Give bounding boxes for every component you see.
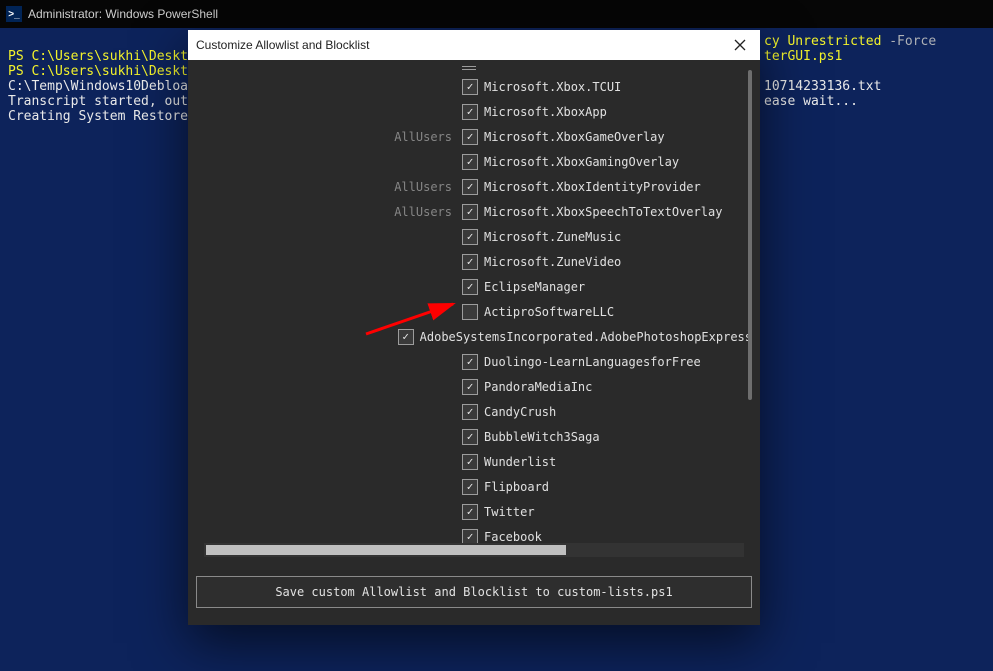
dialog-title: Customize Allowlist and Blocklist: [196, 38, 369, 52]
checkbox[interactable]: [462, 304, 478, 320]
list-item[interactable]: Duolingo-LearnLanguagesforFree: [196, 349, 752, 374]
close-icon: [734, 39, 746, 51]
group-label: AllUsers: [196, 205, 462, 219]
list-item[interactable]: EclipseManager: [196, 274, 752, 299]
horizontal-scrollbar-thumb[interactable]: [206, 545, 566, 555]
checkbox[interactable]: [462, 454, 478, 470]
horizontal-scrollbar[interactable]: [204, 543, 744, 557]
app-label: Microsoft.XboxGamingOverlay: [484, 155, 679, 169]
list-item[interactable]: Microsoft.ZuneVideo: [196, 249, 752, 274]
app-label: Microsoft.ZuneVideo: [484, 255, 621, 269]
checkbox[interactable]: [462, 254, 478, 270]
app-label: Microsoft.XboxApp: [484, 105, 607, 119]
app-label: Twitter: [484, 505, 535, 519]
save-button-label: Save custom Allowlist and Blocklist to c…: [275, 585, 672, 599]
list-item[interactable]: AllUsers Microsoft.XboxIdentityProvider: [196, 174, 752, 199]
dialog-header: Customize Allowlist and Blocklist: [188, 30, 760, 60]
app-label: PandoraMediaInc: [484, 380, 592, 394]
list-item[interactable]: BubbleWitch3Saga: [196, 424, 752, 449]
app-list[interactable]: Microsoft.Xbox.TCUI Microsoft.XboxApp AllU…: [196, 64, 752, 557]
save-button[interactable]: Save custom Allowlist and Blocklist to c…: [196, 576, 752, 608]
checkbox[interactable]: [462, 379, 478, 395]
list-item[interactable]: Microsoft.ZuneMusic: [196, 224, 752, 249]
allowlist-blocklist-dialog: Customize Allowlist and Blocklist Micros…: [188, 30, 760, 625]
list-item[interactable]: ActiproSoftwareLLC: [196, 299, 752, 324]
checkbox[interactable]: [462, 154, 478, 170]
checkbox[interactable]: [462, 204, 478, 220]
app-label: Flipboard: [484, 480, 549, 494]
app-label: CandyCrush: [484, 405, 556, 419]
checkbox[interactable]: [462, 279, 478, 295]
console-text: ease wait...: [764, 94, 936, 109]
checkbox[interactable]: [462, 504, 478, 520]
window-title: Administrator: Windows PowerShell: [28, 7, 218, 21]
console-line: Creating System Restore Po: [8, 109, 212, 124]
checkbox[interactable]: [462, 429, 478, 445]
close-button[interactable]: [730, 35, 750, 55]
dialog-footer: Save custom Allowlist and Blocklist to c…: [188, 567, 760, 625]
console-text: cy Unrestricted: [764, 34, 889, 49]
app-label: Microsoft.XboxSpeechToTextOverlay: [484, 205, 722, 219]
list-item[interactable]: Microsoft.XboxGamingOverlay: [196, 149, 752, 174]
checkbox[interactable]: [462, 229, 478, 245]
app-label: Microsoft.ZuneMusic: [484, 230, 621, 244]
list-item[interactable]: AllUsers Microsoft.XboxGameOverlay: [196, 124, 752, 149]
checkbox[interactable]: [462, 129, 478, 145]
app-label: AdobeSystemsIncorporated.AdobePhotoshopE…: [420, 330, 752, 344]
checkbox[interactable]: [462, 104, 478, 120]
checkbox[interactable]: [462, 79, 478, 95]
group-label: AllUsers: [196, 180, 462, 194]
console-line: PS C:\Users\sukhi\Desktop\: [8, 49, 212, 64]
checkbox[interactable]: [462, 179, 478, 195]
group-label: AllUsers: [196, 130, 462, 144]
app-label: Facebook: [484, 530, 542, 544]
console-line: PS C:\Users\sukhi\Desktop\: [8, 64, 212, 79]
checkbox[interactable]: [462, 404, 478, 420]
app-label: Duolingo-LearnLanguagesforFree: [484, 355, 701, 369]
list-item[interactable]: Twitter: [196, 499, 752, 524]
app-label: BubbleWitch3Saga: [484, 430, 600, 444]
powershell-icon: >_: [6, 6, 22, 22]
vertical-scrollbar[interactable]: [748, 70, 752, 400]
list-item[interactable]: CandyCrush: [196, 399, 752, 424]
app-label: ActiproSoftwareLLC: [484, 305, 614, 319]
console-text: -Force: [889, 34, 936, 49]
list-item[interactable]: PandoraMediaInc: [196, 374, 752, 399]
list-item[interactable]: Flipboard: [196, 474, 752, 499]
app-label: Microsoft.XboxIdentityProvider: [484, 180, 701, 194]
checkbox[interactable]: [462, 354, 478, 370]
list-item[interactable]: AllUsers Microsoft.XboxSpeechToTextOverla…: [196, 199, 752, 224]
list-item[interactable]: Microsoft.XboxApp: [196, 99, 752, 124]
app-label: Microsoft.Xbox.TCUI: [484, 80, 621, 94]
console-text: terGUI.ps1: [764, 49, 936, 64]
window-titlebar: >_ Administrator: Windows PowerShell: [0, 0, 993, 28]
dialog-body: Microsoft.Xbox.TCUI Microsoft.XboxApp AllU…: [188, 60, 760, 567]
checkbox[interactable]: [462, 479, 478, 495]
app-label: Wunderlist: [484, 455, 556, 469]
console-overflow: cy Unrestricted -Force terGUI.ps1 107142…: [764, 34, 936, 109]
list-item[interactable]: Microsoft.Xbox.TCUI: [196, 74, 752, 99]
list-item[interactable]: Wunderlist: [196, 449, 752, 474]
console-line: C:\Temp\Windows10Debloater: [8, 79, 212, 94]
app-label: EclipseManager: [484, 280, 585, 294]
console-text: 10714233136.txt: [764, 79, 936, 94]
list-item[interactable]: AdobeSystemsIncorporated.AdobePhotoshopE…: [196, 324, 752, 349]
app-label: Microsoft.XboxGameOverlay: [484, 130, 665, 144]
checkbox[interactable]: [398, 329, 414, 345]
